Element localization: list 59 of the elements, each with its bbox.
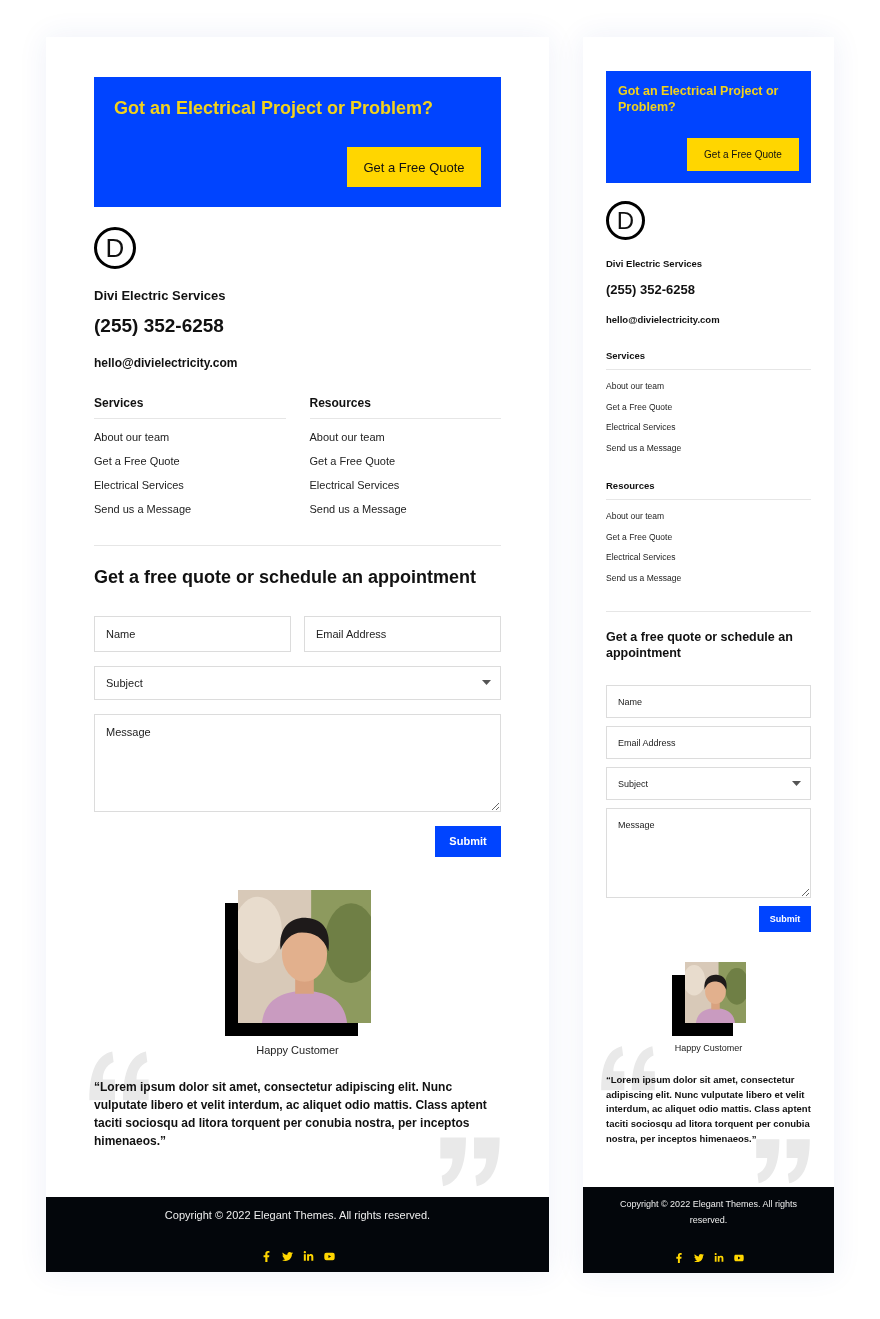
- logo: D: [94, 227, 136, 269]
- footer-link[interactable]: Electrical Services: [94, 473, 184, 497]
- testimonial-quote: “Lorem ipsum dolor sit amet, consectetur adipiscing elit. Nunc vulputate libero et velit interdum, ac aliquet odio mattis. Class aptent taciti sociosqu ad litora torquent per conubia nostra, per inceptos himenaeos.”: [94, 1078, 488, 1150]
- company-name: Divi Electric Services: [94, 288, 226, 303]
- company-name: Divi Electric Services: [606, 258, 703, 269]
- copyright: Copyright © 2022 Elegant Themes. All rights reserved.: [164, 1207, 431, 1223]
- message-field[interactable]: Message: [94, 713, 501, 812]
- linkedin-icon[interactable]: [302, 1250, 314, 1262]
- twitter-icon[interactable]: [281, 1250, 293, 1262]
- footer-link[interactable]: Send us a Message: [606, 567, 682, 588]
- logo: D: [606, 201, 645, 240]
- subject-select[interactable]: Subject: [606, 767, 811, 801]
- photo-caption: Happy Customer: [674, 1043, 743, 1054]
- footer-link[interactable]: About our team: [606, 506, 665, 527]
- email-link[interactable]: hello@divielectricity.com: [606, 314, 720, 325]
- copyright: Copyright © 2022 Elegant Themes. All rights reserved.: [618, 1198, 799, 1228]
- message-field[interactable]: Message: [606, 808, 811, 899]
- caret-icon: [482, 680, 491, 685]
- youtube-icon[interactable]: [323, 1250, 335, 1262]
- footer-link[interactable]: About our team: [94, 425, 170, 449]
- phone-number: (255) 352-6258: [606, 282, 695, 297]
- submit-button[interactable]: Submit: [759, 906, 811, 933]
- testimonial-quote: “Lorem ipsum dolor sit amet, consectetur adipiscing elit. Nunc vulputate libero et velit interdum, ac aliquet odio mattis. Class aptent taciti sociosqu ad litora torquent per conubia nostra, per inceptos himenaeos.”: [606, 1073, 811, 1146]
- text-field[interactable]: Email Address: [304, 615, 501, 652]
- form-heading: Get a free quote or schedule an appointment: [606, 630, 794, 662]
- footer-link[interactable]: Electrical Services: [309, 473, 400, 497]
- footer-link[interactable]: Send us a Message: [606, 437, 682, 458]
- linkedin-icon[interactable]: [713, 1253, 724, 1264]
- caret-icon: [792, 781, 801, 787]
- subject-select[interactable]: Subject: [94, 665, 501, 700]
- footer-link[interactable]: Get a Free Quote: [606, 396, 673, 417]
- group-title: Services: [606, 350, 811, 370]
- twitter-icon[interactable]: [693, 1253, 704, 1264]
- footer-link[interactable]: Electrical Services: [606, 547, 676, 568]
- banner-headline: Got an Electrical Project or Problem?: [618, 84, 780, 116]
- footer-link[interactable]: Get a Free Quote: [309, 449, 396, 473]
- youtube-icon[interactable]: [733, 1253, 744, 1264]
- footer-link[interactable]: About our team: [309, 425, 385, 449]
- group-title: Resources: [309, 396, 501, 419]
- banner-headline: Got an Electrical Project or Problem?: [114, 97, 435, 120]
- form-heading: Get a free quote or schedule an appointment: [94, 566, 478, 589]
- text-field[interactable]: Name: [606, 685, 811, 719]
- free-quote-button[interactable]: Get a Free Quote: [347, 147, 481, 187]
- footer-link[interactable]: Get a Free Quote: [606, 526, 673, 547]
- footer-link[interactable]: Send us a Message: [309, 497, 407, 521]
- email-link[interactable]: hello@divielectricity.com: [94, 356, 238, 370]
- photo-caption: Happy Customer: [256, 1043, 339, 1056]
- phone-number: (255) 352-6258: [94, 315, 224, 337]
- text-field[interactable]: Name: [94, 615, 291, 652]
- group-title: Resources: [606, 480, 811, 500]
- text-field[interactable]: Email Address: [606, 726, 811, 760]
- group-title: Services: [94, 396, 286, 419]
- free-quote-button[interactable]: Get a Free Quote: [687, 138, 799, 171]
- footer-link[interactable]: Send us a Message: [94, 497, 192, 521]
- footer-link[interactable]: Electrical Services: [606, 417, 676, 438]
- footer-link[interactable]: About our team: [606, 376, 665, 397]
- facebook-icon[interactable]: [673, 1253, 684, 1264]
- footer-link[interactable]: Get a Free Quote: [94, 449, 180, 473]
- submit-button[interactable]: Submit: [435, 825, 501, 857]
